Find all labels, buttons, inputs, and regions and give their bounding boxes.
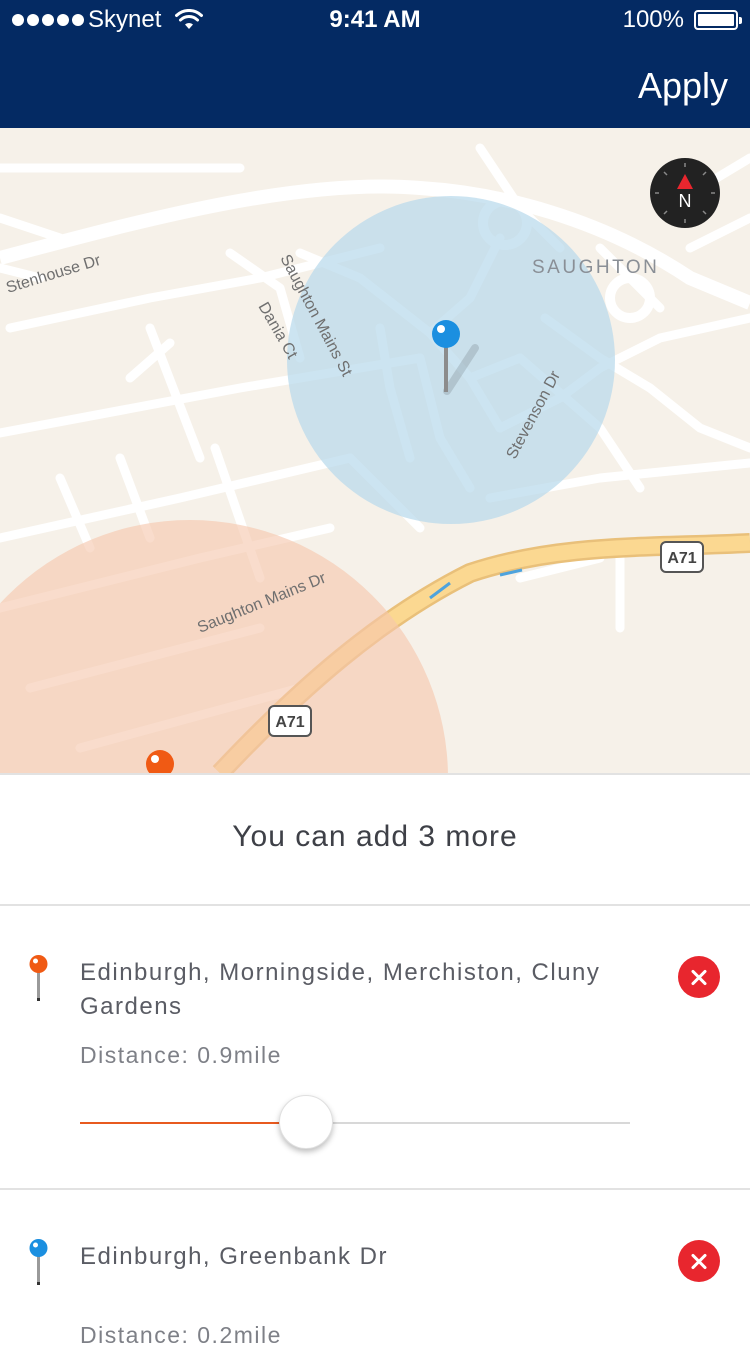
map-divider bbox=[0, 773, 750, 775]
svg-text:N: N bbox=[679, 191, 692, 211]
svg-text:A71: A71 bbox=[667, 550, 696, 567]
location-distance: Distance: 0.9mile bbox=[80, 1042, 282, 1068]
blue-pin-icon bbox=[29, 1239, 48, 1285]
battery-icon bbox=[694, 10, 742, 30]
slider-fill bbox=[80, 1122, 306, 1124]
section-divider bbox=[0, 904, 750, 906]
map-label-saughton: SAUGHTON bbox=[532, 257, 659, 278]
svg-text:A71: A71 bbox=[275, 714, 304, 731]
location-title: Edinburgh, Greenbank Dr bbox=[80, 1243, 388, 1270]
compass-icon[interactable]: N bbox=[650, 158, 720, 228]
navigation-bar: Skynet 9:41 AM 100% Apply bbox=[0, 0, 750, 128]
remaining-count-label: You can add 3 more bbox=[232, 820, 518, 853]
slider-thumb[interactable] bbox=[278, 1095, 333, 1149]
distance-slider[interactable] bbox=[80, 1095, 630, 1152]
a71-shield-right: A71 bbox=[660, 541, 704, 573]
remove-location-button[interactable] bbox=[678, 1240, 720, 1282]
map-view[interactable]: Stenhouse Dr Saughton Mains St Dania Ct … bbox=[0, 128, 750, 773]
apply-button[interactable]: Apply bbox=[638, 64, 728, 108]
a71-shield-left: A71 bbox=[268, 705, 312, 737]
map-canvas[interactable]: Stenhouse Dr Saughton Mains St Dania Ct … bbox=[0, 128, 750, 773]
battery-percentage: 100% bbox=[622, 6, 684, 33]
remove-location-button[interactable] bbox=[678, 956, 720, 998]
item-divider bbox=[0, 1188, 750, 1190]
location-distance: Distance: 0.2mile bbox=[80, 1322, 282, 1348]
status-bar: Skynet 9:41 AM 100% bbox=[0, 0, 750, 40]
orange-pin-icon bbox=[29, 955, 48, 1001]
location-title: Edinburgh, Morningside, Merchiston, Clun… bbox=[80, 959, 601, 1020]
